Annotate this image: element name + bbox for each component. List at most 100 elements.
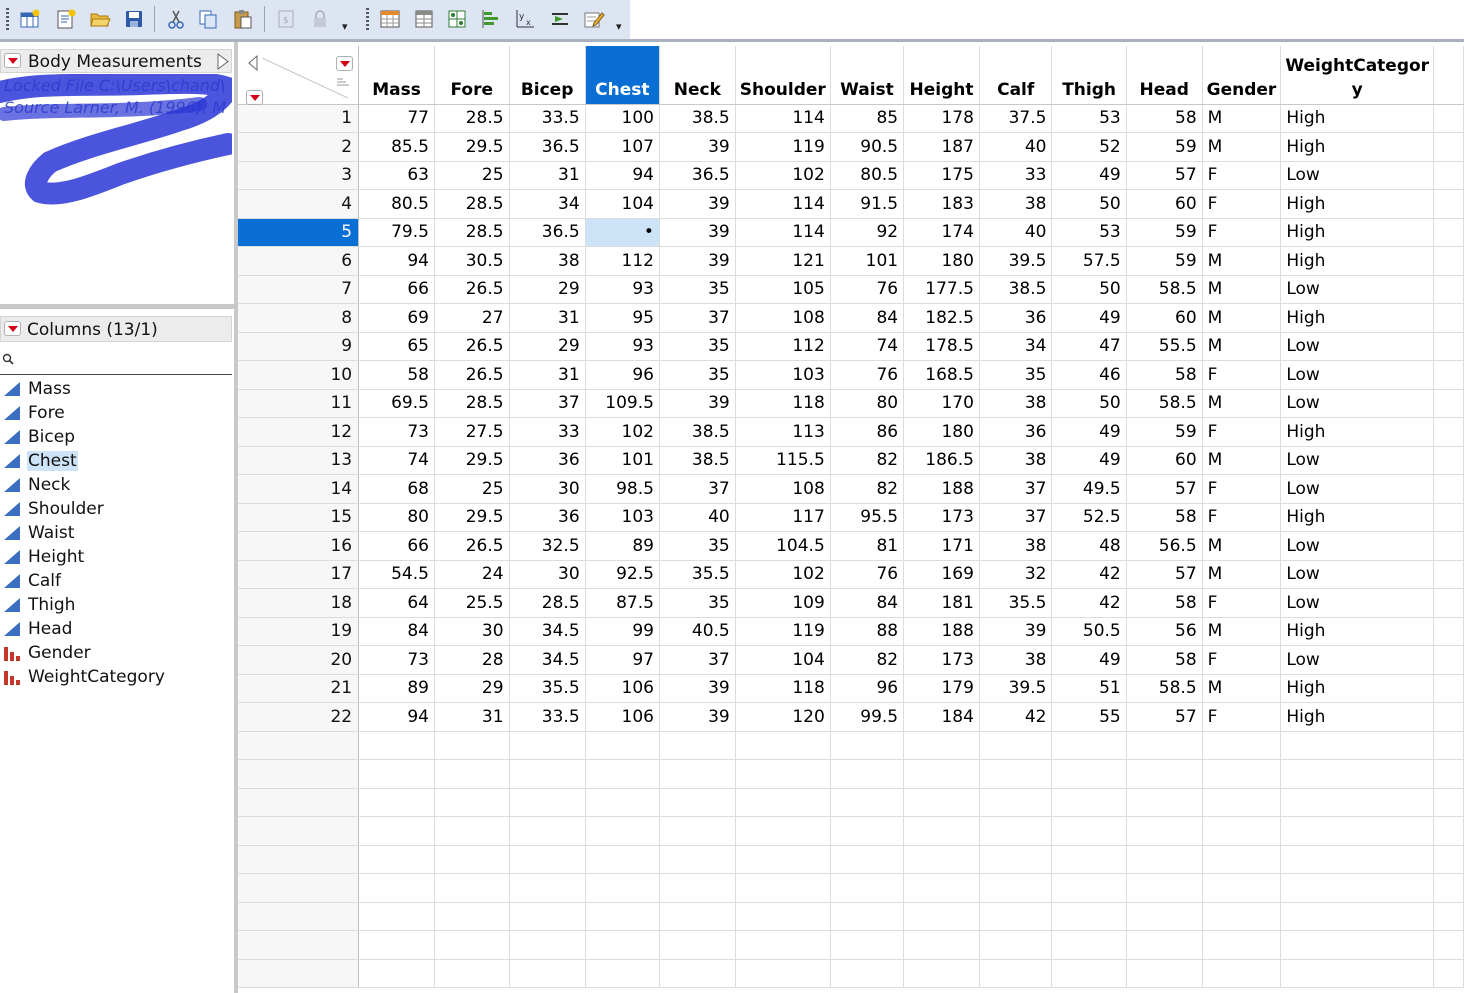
data-cell[interactable]: 182.5: [903, 303, 980, 333]
data-cell[interactable]: 73: [358, 417, 435, 447]
data-cell[interactable]: 96: [830, 674, 905, 703]
data-cell[interactable]: 183: [903, 189, 980, 219]
data-cell[interactable]: [358, 731, 435, 760]
data-cell[interactable]: 180: [903, 246, 980, 276]
column-header[interactable]: Bicep: [509, 46, 586, 105]
data-cell[interactable]: 35.5: [659, 560, 736, 589]
data-cell[interactable]: 98.5: [585, 474, 660, 504]
row-number[interactable]: 10: [238, 360, 360, 390]
data-cell[interactable]: 58: [1126, 588, 1203, 618]
data-cell[interactable]: [585, 759, 660, 789]
data-cell[interactable]: 179: [903, 674, 980, 703]
data-cell[interactable]: 76: [830, 360, 905, 390]
data-cell[interactable]: [979, 759, 1053, 789]
row-number[interactable]: [238, 902, 360, 931]
data-cell[interactable]: 101: [830, 246, 905, 276]
row-number[interactable]: 15: [238, 503, 360, 532]
data-cell[interactable]: 39: [659, 246, 736, 276]
data-cell[interactable]: [434, 816, 510, 846]
data-cell[interactable]: 56.5: [1126, 531, 1203, 561]
data-cell[interactable]: [1202, 930, 1282, 960]
data-cell[interactable]: 76: [830, 275, 905, 304]
data-cell[interactable]: [903, 731, 980, 760]
data-cell[interactable]: [509, 902, 586, 931]
data-cell[interactable]: Low: [1280, 645, 1435, 675]
data-cell[interactable]: 29.5: [434, 446, 510, 475]
data-cell[interactable]: 49: [1051, 161, 1127, 190]
data-cell[interactable]: M: [1202, 246, 1282, 276]
column-header[interactable]: Thigh: [1051, 46, 1127, 105]
row-number[interactable]: 6: [238, 246, 360, 276]
row-number[interactable]: [238, 873, 360, 903]
column-header[interactable]: Waist: [830, 46, 905, 105]
data-cell[interactable]: [979, 902, 1053, 931]
data-cell[interactable]: 49: [1051, 645, 1127, 675]
column-item[interactable]: Waist: [0, 521, 232, 545]
data-cell[interactable]: 35.5: [509, 674, 586, 703]
data-cell[interactable]: [358, 959, 435, 988]
data-cell[interactable]: [979, 873, 1053, 903]
row-number[interactable]: [238, 816, 360, 846]
lock-button[interactable]: [306, 5, 334, 33]
row-number[interactable]: 21: [238, 674, 360, 703]
data-cell[interactable]: [434, 759, 510, 789]
data-cell[interactable]: 30: [509, 474, 586, 504]
data-cell[interactable]: 94: [358, 246, 435, 276]
data-cell[interactable]: 59: [1126, 132, 1203, 162]
data-cell[interactable]: [979, 959, 1053, 988]
data-cell[interactable]: 32: [979, 560, 1053, 589]
row-number[interactable]: 12: [238, 417, 360, 447]
data-cell[interactable]: [735, 902, 831, 931]
data-cell[interactable]: 31: [509, 303, 586, 333]
data-cell[interactable]: [903, 902, 980, 931]
row-number[interactable]: 13: [238, 446, 360, 475]
data-cell[interactable]: 37: [659, 474, 736, 504]
data-cell[interactable]: High: [1280, 702, 1435, 732]
data-cell[interactable]: 26.5: [434, 275, 510, 304]
data-cell[interactable]: 42: [1051, 588, 1127, 618]
data-cell[interactable]: 114: [735, 189, 831, 219]
data-cell[interactable]: 33.5: [509, 702, 586, 732]
data-cell[interactable]: [1051, 788, 1127, 817]
new-data-table-button[interactable]: [16, 5, 44, 33]
data-cell[interactable]: 174: [903, 218, 980, 247]
data-cell[interactable]: Low: [1280, 474, 1435, 504]
data-cell[interactable]: F: [1202, 503, 1282, 532]
data-cell[interactable]: High: [1280, 246, 1435, 276]
data-cell[interactable]: [1202, 759, 1282, 789]
data-cell[interactable]: 51: [1051, 674, 1127, 703]
data-cell[interactable]: 33.5: [509, 104, 586, 133]
data-cell[interactable]: 39: [659, 218, 736, 247]
data-cell[interactable]: 94: [585, 161, 660, 190]
data-cell[interactable]: 40.5: [659, 617, 736, 646]
data-cell[interactable]: [1051, 731, 1127, 760]
data-cell[interactable]: 96: [585, 360, 660, 390]
data-cell[interactable]: 40: [659, 503, 736, 532]
data-cell[interactable]: 29: [509, 332, 586, 361]
data-cell[interactable]: 35: [979, 360, 1053, 390]
column-header[interactable]: Shoulder: [735, 46, 831, 105]
column-item[interactable]: WeightCategory: [0, 665, 232, 689]
data-cell[interactable]: 39: [659, 702, 736, 732]
data-cell[interactable]: [830, 902, 905, 931]
data-cell[interactable]: 80.5: [358, 189, 435, 219]
data-cell[interactable]: 84: [830, 303, 905, 333]
data-cell[interactable]: 38: [979, 446, 1053, 475]
data-cell[interactable]: 119: [735, 617, 831, 646]
data-cell[interactable]: [434, 731, 510, 760]
data-cell[interactable]: [358, 873, 435, 903]
data-cell[interactable]: Low: [1280, 161, 1435, 190]
data-cell[interactable]: [659, 873, 736, 903]
data-cell[interactable]: [585, 788, 660, 817]
row-number[interactable]: 1: [238, 104, 360, 133]
data-cell[interactable]: 40: [979, 218, 1053, 247]
data-cell[interactable]: 104: [735, 645, 831, 675]
data-cell[interactable]: 52: [1051, 132, 1127, 162]
data-cell[interactable]: F: [1202, 189, 1282, 219]
data-cell[interactable]: [979, 845, 1053, 874]
data-cell[interactable]: Low: [1280, 360, 1435, 390]
data-cell[interactable]: F: [1202, 474, 1282, 504]
data-cell[interactable]: 50: [1051, 275, 1127, 304]
data-cell[interactable]: [585, 930, 660, 960]
data-cell[interactable]: 34: [509, 189, 586, 219]
